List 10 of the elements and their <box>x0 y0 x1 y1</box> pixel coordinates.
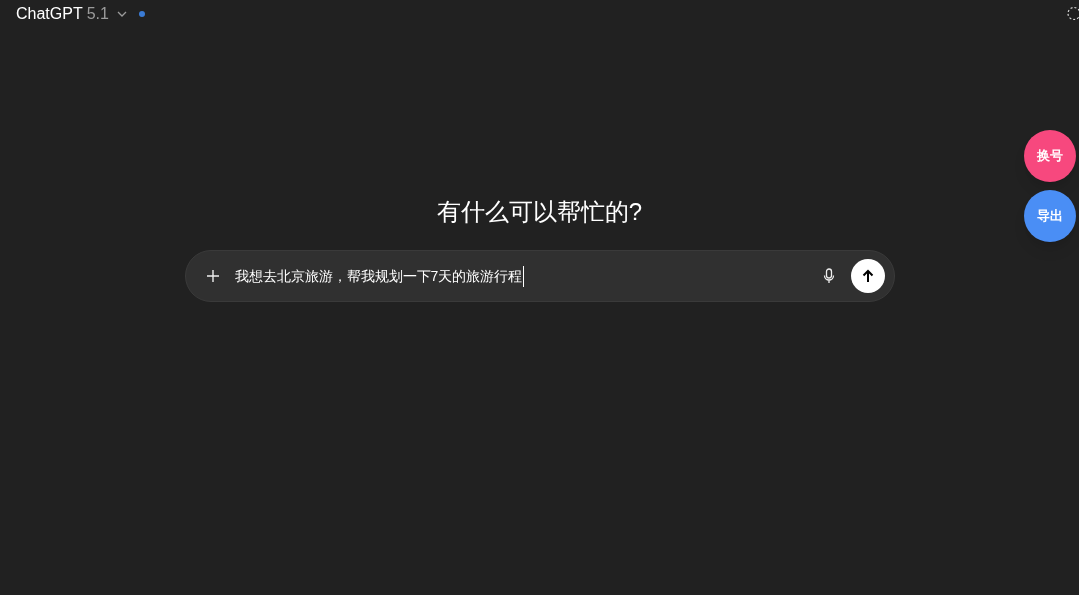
plus-icon[interactable] <box>205 269 220 283</box>
arrow-up-icon <box>861 269 874 283</box>
model-title[interactable]: ChatGPT <box>16 2 83 26</box>
microphone-icon[interactable] <box>822 268 835 284</box>
model-version[interactable]: 5.1 <box>86 2 109 26</box>
send-button[interactable] <box>850 259 885 293</box>
chevron-down-icon[interactable] <box>116 11 127 17</box>
message-composer[interactable]: 我想去北京旅游，帮我规划一下7天的旅游行程 <box>184 250 895 302</box>
greeting-heading: 有什么可以帮忙的? <box>436 197 643 227</box>
message-input-text[interactable]: 我想去北京旅游，帮我规划一下7天的旅游行程 <box>234 265 525 287</box>
